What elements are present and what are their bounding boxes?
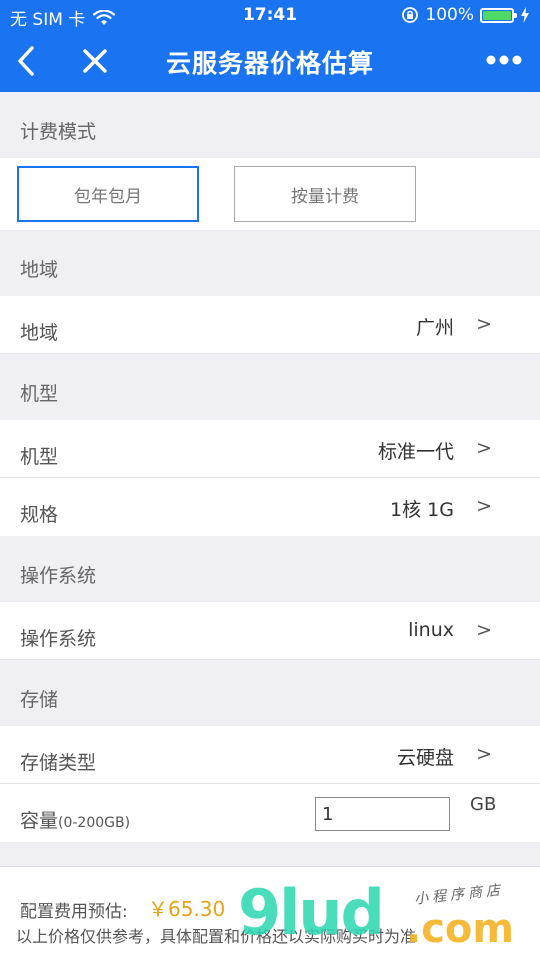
chevron-right-icon: > [476, 619, 492, 641]
chevron-right-icon: > [476, 313, 492, 335]
battery-percent: 100% [425, 5, 474, 25]
os-value: linux [408, 619, 454, 641]
region-value: 广州 [415, 317, 454, 339]
storage-type-value: 云硬盘 [396, 747, 454, 769]
instance-section-header: 机型 [20, 383, 59, 405]
instance-type-value: 标准一代 [377, 441, 454, 463]
chevron-right-icon: > [476, 743, 492, 765]
battery-fill [483, 10, 511, 20]
rotation-lock-icon [402, 7, 419, 23]
price-disclaimer: 以上价格仅供参考，具体配置和价格还以实际购买时为准 [16, 927, 417, 946]
os-section-header: 操作系统 [20, 565, 97, 587]
os-label: 操作系统 [20, 628, 97, 650]
price-footer: 配置费用预估: ￥65.30 以上价格仅供参考，具体配置和价格还以实际购买时为准 [0, 866, 540, 960]
os-row[interactable]: 操作系统 linux > [0, 602, 540, 660]
storage-group: 存储类型 云硬盘 > 容量(0-200GB) GB [0, 726, 540, 842]
region-row[interactable]: 地域 广州 > [0, 296, 540, 354]
instance-type-label: 机型 [20, 446, 59, 468]
storage-section-header: 存储 [20, 689, 59, 711]
region-section-header: 地域 [20, 259, 59, 281]
billing-mode-options: 包年包月 按量计费 [0, 158, 540, 230]
page-title: 云服务器价格估算 [165, 49, 374, 78]
instance-group: 机型 标准一代 > 规格 1核 1G > [0, 420, 540, 536]
storage-type-row[interactable]: 存储类型 云硬盘 > [0, 726, 540, 784]
chevron-right-icon: > [476, 437, 492, 459]
status-bar: 无 SIM 卡 17:41 100% [0, 0, 540, 30]
region-label: 地域 [20, 322, 59, 344]
storage-capacity-row: 容量(0-200GB) GB [0, 784, 540, 842]
instance-spec-row[interactable]: 规格 1核 1G > [0, 478, 540, 536]
instance-type-row[interactable]: 机型 标准一代 > [0, 420, 540, 478]
main-content: 计费模式 包年包月 按量计费 地域 地域 广州 > 机型 机型 标准一代 > 规… [0, 92, 540, 908]
capacity-label-text: 容量 [20, 810, 59, 832]
capacity-input[interactable] [315, 797, 450, 831]
billing-section-header: 计费模式 [20, 121, 97, 143]
estimated-price: ￥65.30 [148, 897, 226, 921]
instance-spec-value: 1核 1G [390, 499, 454, 521]
estimate-label: 配置费用预估: [20, 902, 128, 922]
capacity-range: (0-200GB) [58, 815, 131, 831]
capacity-label: 容量(0-200GB) [20, 806, 130, 833]
battery-icon [480, 7, 517, 23]
nav-bar: 云服务器价格估算 [0, 30, 540, 92]
capacity-unit: GB [470, 794, 497, 815]
status-right: 100% [401, 5, 530, 25]
instance-spec-label: 规格 [20, 504, 59, 526]
billing-option-annual[interactable]: 包年包月 [17, 166, 199, 222]
chevron-right-icon: > [476, 495, 492, 517]
charging-bolt-icon [521, 7, 529, 23]
billing-option-pay-as-you-go[interactable]: 按量计费 [234, 166, 416, 222]
more-dots-icon[interactable] [486, 52, 522, 68]
storage-type-label: 存储类型 [20, 752, 97, 774]
